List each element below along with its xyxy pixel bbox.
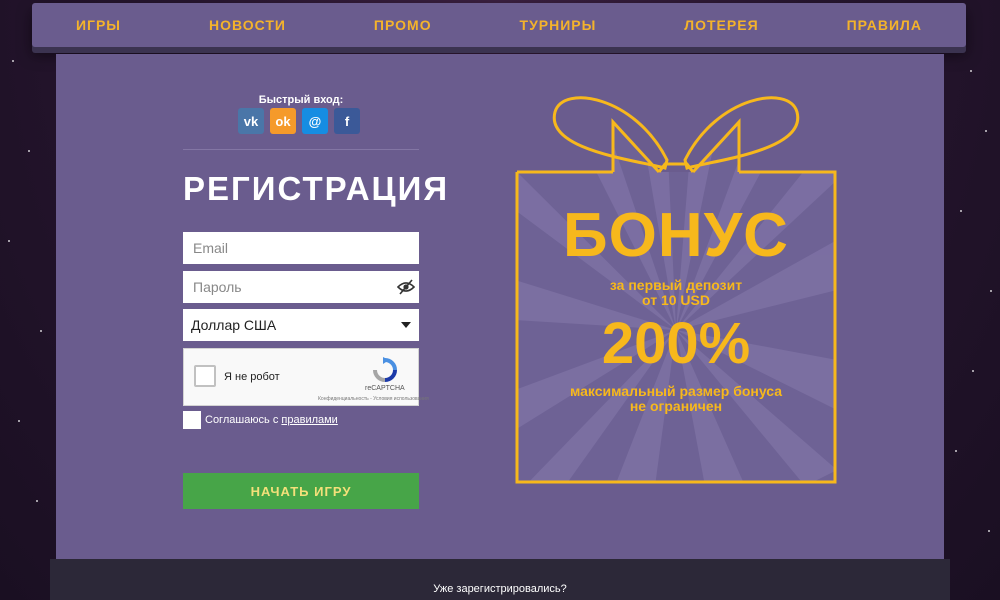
bonus-max-text: максимальный размер бонуса не ограничен xyxy=(515,384,837,414)
captcha-label: Я не робот xyxy=(224,371,280,383)
captcha-terms[interactable]: Конфиденциальность - Условия использован… xyxy=(318,396,429,402)
nav-item-tournaments[interactable]: ТУРНИРЫ xyxy=(520,17,597,33)
password-field[interactable] xyxy=(183,271,419,303)
divider xyxy=(183,149,419,150)
top-navigation: ИГРЫ НОВОСТИ ПРОМО ТУРНИРЫ ЛОТЕРЕЯ ПРАВИ… xyxy=(32,3,966,47)
hide-password-icon[interactable] xyxy=(397,279,415,295)
bonus-percent: 200% xyxy=(601,311,751,376)
recaptcha-widget: Я не робот reCAPTCHA Конфиденциальность … xyxy=(183,348,429,406)
bonus-line-2: от 10 USD xyxy=(642,292,710,308)
start-game-button[interactable]: НАЧАТЬ ИГРУ xyxy=(183,473,419,509)
mailru-icon[interactable]: @ xyxy=(302,108,328,134)
quick-login-label: Быстрый вход: xyxy=(258,94,344,106)
bonus-max-line-2: не ограничен xyxy=(629,398,723,414)
agree-checkbox[interactable] xyxy=(183,411,201,429)
nav-item-lottery[interactable]: ЛОТЕРЕЯ xyxy=(684,17,758,33)
email-field[interactable] xyxy=(183,232,419,264)
bonus-max-line-1: максимальный размер бонуса xyxy=(569,383,783,399)
agree-prefix: Соглашаюсь с xyxy=(205,414,282,426)
nav-item-promo[interactable]: ПРОМО xyxy=(374,17,432,33)
currency-select[interactable]: Доллар США xyxy=(183,309,419,341)
registration-title: РЕГИСТРАЦИЯ xyxy=(183,170,450,207)
facebook-icon[interactable]: f xyxy=(334,108,360,134)
chevron-down-icon xyxy=(401,322,411,328)
agree-label: Соглашаюсь с правилами xyxy=(205,414,338,426)
recaptcha-logo-icon xyxy=(373,357,397,382)
bonus-title: БОНУС xyxy=(563,201,789,270)
captcha-checkbox[interactable] xyxy=(194,365,216,387)
bonus-subtitle: за первый депозит от 10 USD xyxy=(515,278,837,308)
nav-item-rules[interactable]: ПРАВИЛА xyxy=(847,17,922,33)
vk-icon[interactable]: vk xyxy=(238,108,264,134)
odnoklassniki-icon[interactable]: ok xyxy=(270,108,296,134)
currency-value: Доллар США xyxy=(191,317,277,333)
captcha-brand: reCAPTCHA xyxy=(365,385,405,392)
social-login-buttons: vk ok @ f xyxy=(238,108,360,134)
nav-item-news[interactable]: НОВОСТИ xyxy=(209,17,286,33)
nav-item-games[interactable]: ИГРЫ xyxy=(76,17,121,33)
bonus-line-1: за первый депозит xyxy=(609,277,743,293)
already-registered-link[interactable]: Уже зарегистрировались? xyxy=(0,583,1000,595)
rules-link[interactable]: правилами xyxy=(281,414,337,426)
